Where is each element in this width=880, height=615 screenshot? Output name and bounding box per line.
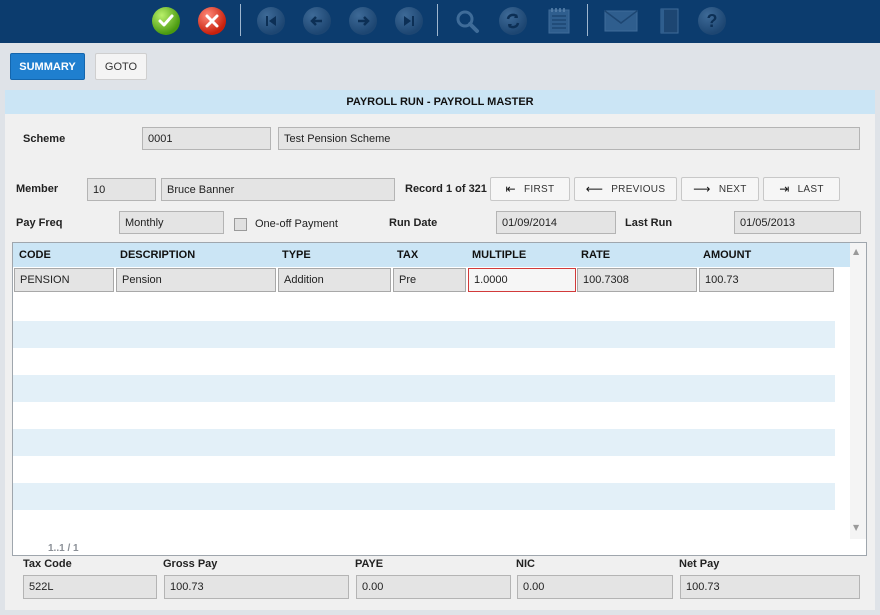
record-counter: Record 1 of 321 <box>405 183 487 195</box>
toolbar-divider <box>437 4 438 36</box>
nic-field[interactable]: 0.00 <box>517 575 673 599</box>
pay-freq-label: Pay Freq <box>16 217 63 229</box>
scroll-up-icon[interactable]: ▲ <box>853 247 859 256</box>
summary-button[interactable]: SUMMARY <box>10 53 85 80</box>
tax-code-label: Tax Code <box>23 558 72 570</box>
toolbar-divider <box>587 4 588 36</box>
empty-row <box>13 321 835 348</box>
check-icon[interactable] <box>151 6 181 36</box>
nic-label: NIC <box>516 558 535 570</box>
last-button-label: LAST <box>797 183 824 195</box>
net-pay-field[interactable]: 100.73 <box>680 575 860 599</box>
column-rate[interactable]: RATE <box>581 243 610 267</box>
run-date-field[interactable]: 01/09/2014 <box>496 211 616 234</box>
column-type[interactable]: TYPE <box>282 243 311 267</box>
next-record-icon[interactable] <box>348 6 378 36</box>
payroll-items-grid: CODE DESCRIPTION TYPE TAX MULTIPLE RATE … <box>12 242 867 556</box>
member-id-field[interactable]: 10 <box>87 178 156 201</box>
refresh-icon[interactable] <box>498 6 528 36</box>
scheme-name-field[interactable]: Test Pension Scheme <box>278 127 860 150</box>
last-arrow-icon: ⇥ <box>779 182 790 196</box>
notepad-icon[interactable] <box>544 6 574 36</box>
column-description[interactable]: DESCRIPTION <box>120 243 195 267</box>
tax-cell[interactable]: Pre <box>393 268 466 292</box>
paye-field[interactable]: 0.00 <box>356 575 511 599</box>
tax-code-field[interactable]: 522L <box>23 575 157 599</box>
type-cell[interactable]: Addition <box>278 268 391 292</box>
amount-cell[interactable]: 100.73 <box>699 268 834 292</box>
column-code[interactable]: CODE <box>19 243 51 267</box>
grid-pager: 1..1 / 1 <box>48 543 79 554</box>
previous-button[interactable]: ⟵ PREVIOUS <box>574 177 677 201</box>
first-arrow-icon: ⇤ <box>505 182 516 196</box>
email-icon[interactable] <box>603 6 639 36</box>
member-label: Member <box>16 183 59 195</box>
multiple-cell[interactable]: 1.0000 <box>468 268 576 292</box>
gross-pay-field[interactable]: 100.73 <box>164 575 349 599</box>
one-off-payment-label: One-off Payment <box>255 218 338 230</box>
panel-title: PAYROLL RUN - PAYROLL MASTER <box>5 90 875 114</box>
previous-button-label: PREVIOUS <box>611 183 666 195</box>
scheme-code-field[interactable]: 0001 <box>142 127 271 150</box>
help-icon[interactable]: ? <box>697 6 727 36</box>
last-run-field[interactable]: 01/05/2013 <box>734 211 861 234</box>
empty-row <box>13 375 835 402</box>
last-button[interactable]: ⇥ LAST <box>763 177 840 201</box>
grid-header: CODE DESCRIPTION TYPE TAX MULTIPLE RATE … <box>13 243 852 267</box>
column-tax[interactable]: TAX <box>397 243 418 267</box>
next-button-label: NEXT <box>718 183 747 195</box>
one-off-payment-checkbox[interactable] <box>234 218 247 231</box>
first-record-icon[interactable] <box>256 6 286 36</box>
pay-freq-field[interactable]: Monthly <box>119 211 224 234</box>
toolbar-divider <box>240 4 241 36</box>
column-amount[interactable]: AMOUNT <box>703 243 751 267</box>
code-cell[interactable]: PENSION <box>14 268 114 292</box>
rate-cell[interactable]: 100.7308 <box>577 268 697 292</box>
search-icon[interactable] <box>452 6 482 36</box>
scheme-label: Scheme <box>23 133 66 145</box>
last-run-label: Last Run <box>625 217 673 229</box>
first-button[interactable]: ⇤ FIRST <box>490 177 570 201</box>
last-record-icon[interactable] <box>394 6 424 36</box>
previous-record-icon[interactable] <box>302 6 332 36</box>
empty-row <box>13 429 835 456</box>
description-cell[interactable]: Pension <box>116 268 276 292</box>
gross-pay-label: Gross Pay <box>163 558 218 570</box>
left-arrow-icon: ⟵ <box>585 182 604 196</box>
empty-row <box>13 483 835 510</box>
goto-button[interactable]: GOTO <box>95 53 147 80</box>
close-icon[interactable] <box>197 6 227 36</box>
grid-scrollbar[interactable]: ▲ ▼ <box>850 243 866 539</box>
first-button-label: FIRST <box>523 183 555 195</box>
right-arrow-icon: ⟶ <box>693 182 711 196</box>
toolbar: ? <box>0 0 880 43</box>
member-name-field[interactable]: Bruce Banner <box>161 178 395 201</box>
run-date-label: Run Date <box>389 217 438 229</box>
column-multiple[interactable]: MULTIPLE <box>472 243 526 267</box>
book-icon[interactable] <box>654 6 684 36</box>
net-pay-label: Net Pay <box>679 558 720 570</box>
scroll-down-icon[interactable]: ▼ <box>853 523 859 532</box>
paye-label: PAYE <box>355 558 384 570</box>
next-button[interactable]: ⟶ NEXT <box>681 177 759 201</box>
